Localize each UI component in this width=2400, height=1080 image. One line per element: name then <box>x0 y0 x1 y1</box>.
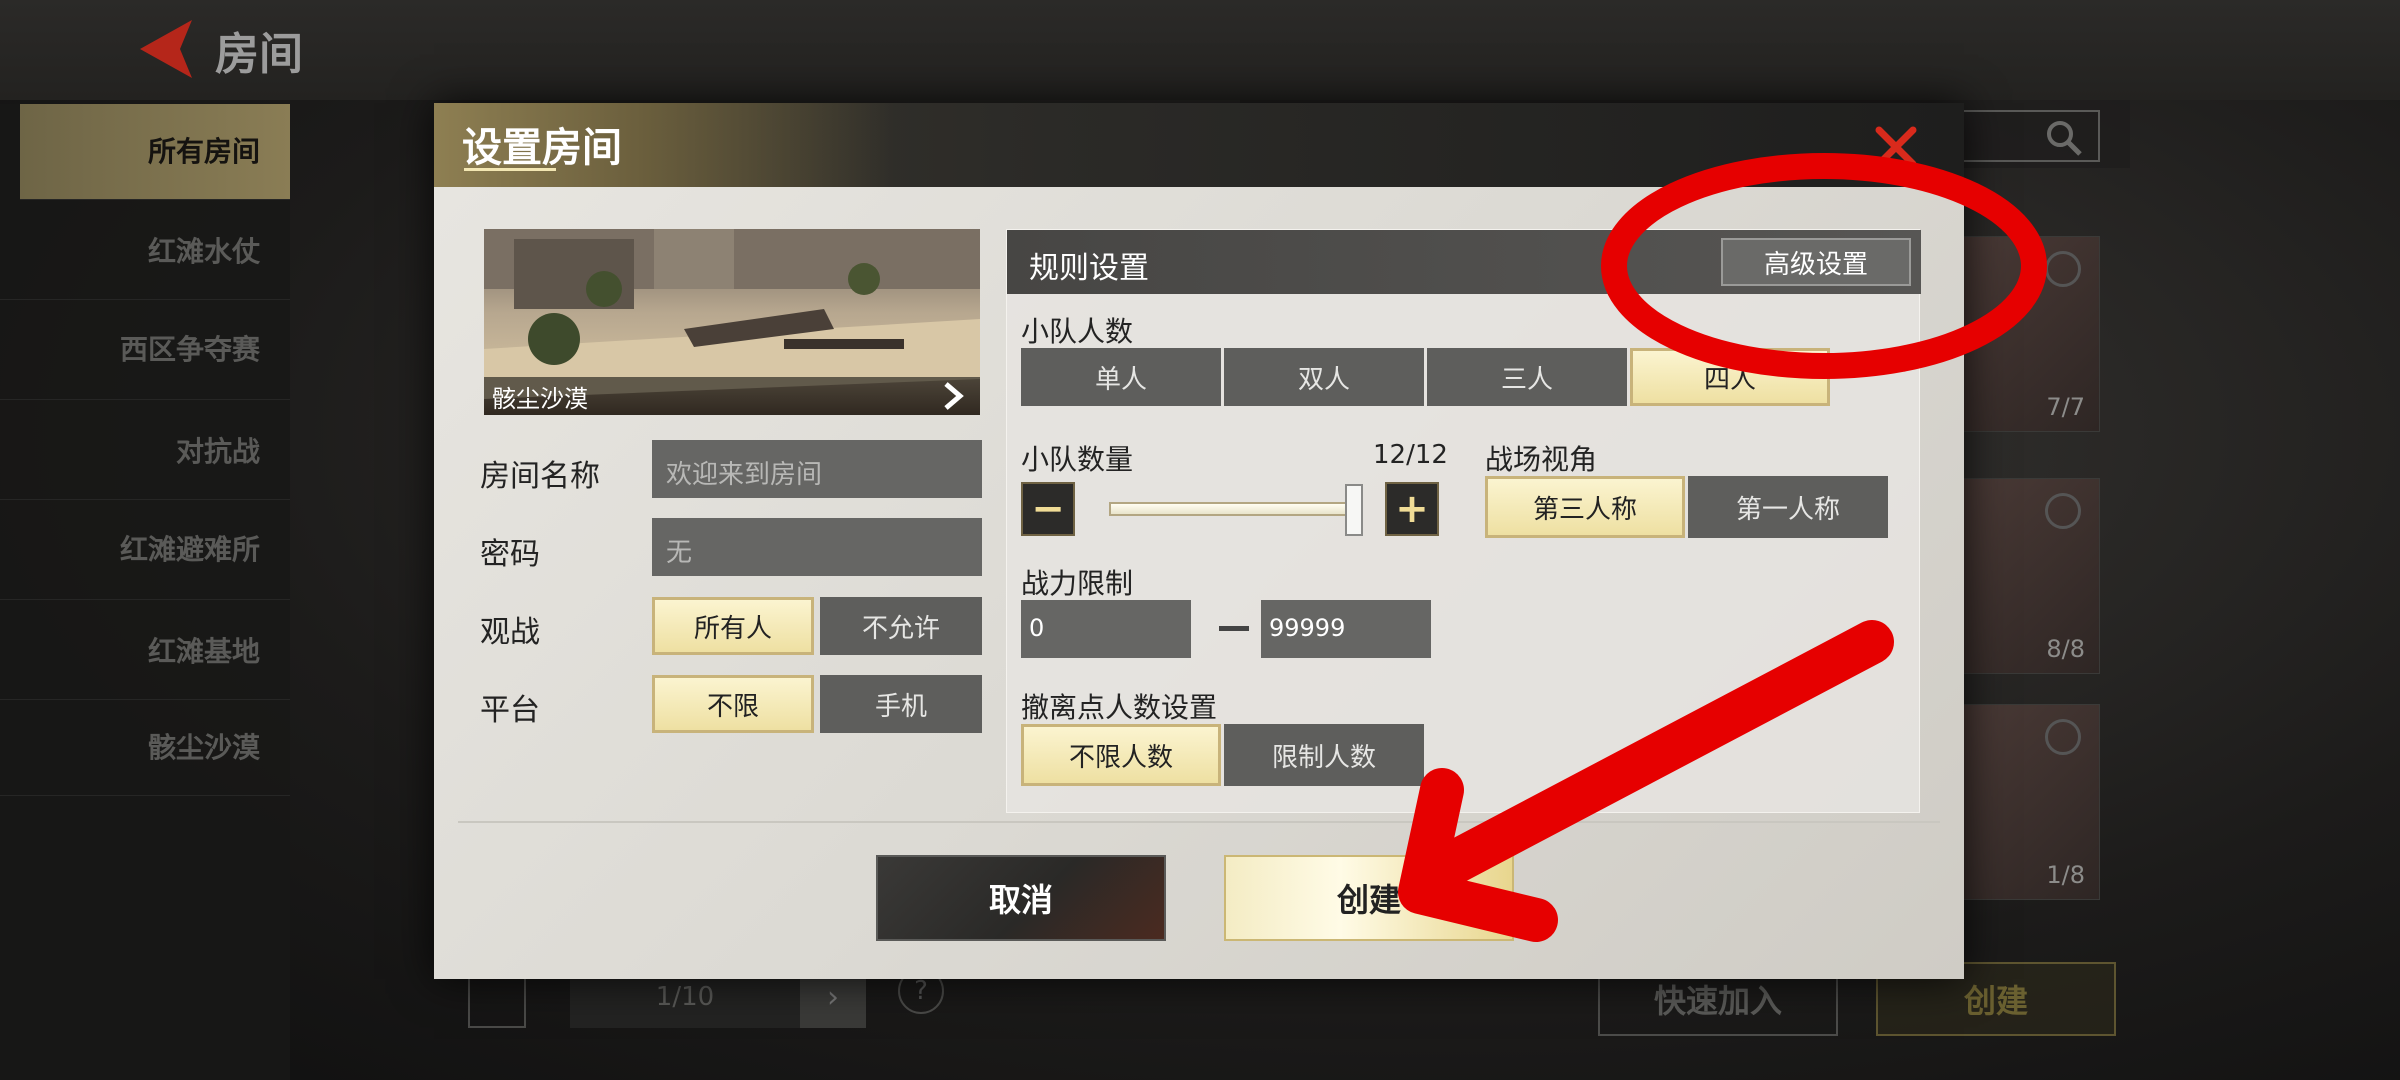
spectate-option-disallow[interactable]: 不允许 <box>820 597 982 655</box>
platform-option-any[interactable]: 不限 <box>652 675 814 733</box>
squad-size-option-duo[interactable]: 双人 <box>1224 348 1424 406</box>
perspective-option-first-person[interactable]: 第一人称 <box>1688 476 1888 538</box>
spectate-label: 观战 <box>480 615 540 650</box>
platform-label: 平台 <box>480 693 540 728</box>
spectate-option-everyone[interactable]: 所有人 <box>652 597 814 655</box>
room-card[interactable]: 7/7 <box>1960 236 2100 432</box>
sidebar-item-all-rooms[interactable]: 所有房间 <box>20 104 290 200</box>
extraction-label: 撤离点人数设置 <box>1021 691 1218 724</box>
squad-size-option-solo[interactable]: 单人 <box>1021 348 1221 406</box>
room-status-icon <box>2045 251 2081 287</box>
room-name-label: 房间名称 <box>480 459 600 494</box>
create-button[interactable]: 创建 <box>1224 855 1514 941</box>
sidebar-item-desert[interactable]: 骸尘沙漠 <box>0 700 290 796</box>
sidebar-item-west-district[interactable]: 西区争夺赛 <box>0 300 290 400</box>
room-card[interactable]: 8/8 <box>1960 478 2100 674</box>
cancel-button[interactable]: 取消 <box>876 855 1166 941</box>
title-underline <box>464 168 556 171</box>
map-name: 骸尘沙漠 <box>492 385 588 413</box>
chevron-right-icon[interactable] <box>934 378 970 414</box>
squad-count-value: 12/12 <box>1373 440 1448 470</box>
sidebar-item-versus[interactable]: 对抗战 <box>0 404 290 500</box>
power-limit-label: 战力限制 <box>1021 567 1134 600</box>
perspective-label: 战场视角 <box>1485 443 1598 476</box>
power-limit-max-input[interactable]: 99999 <box>1261 600 1431 658</box>
slider-handle[interactable] <box>1345 484 1363 536</box>
password-input[interactable]: 无 <box>652 518 982 576</box>
perspective-option-third-person[interactable]: 第三人称 <box>1485 476 1685 538</box>
map-thumbnail[interactable]: 骸尘沙漠 <box>484 229 980 415</box>
room-player-count: 7/7 <box>2046 393 2085 421</box>
rules-header: 规则设置 高级设置 <box>1007 230 1921 294</box>
back-arrow-icon[interactable] <box>130 14 200 84</box>
room-name-input[interactable]: 欢迎来到房间 <box>652 440 982 498</box>
room-status-icon <box>2045 719 2081 755</box>
dialog-divider <box>458 821 1940 823</box>
advanced-settings-button[interactable]: 高级设置 <box>1721 238 1911 286</box>
squad-size-label: 小队人数 <box>1021 315 1134 348</box>
page-title: 房间 <box>215 29 303 80</box>
search-icon[interactable] <box>2044 118 2084 158</box>
squad-count-label: 小队数量 <box>1021 443 1134 476</box>
sidebar-item-shelter[interactable]: 红滩避难所 <box>0 500 290 600</box>
range-dash <box>1219 626 1249 631</box>
room-status-icon <box>2045 493 2081 529</box>
map-caption-bar: 骸尘沙漠 <box>484 377 980 415</box>
room-player-count: 1/8 <box>2046 861 2085 889</box>
sidebar: 所有房间 红滩水仗 西区争夺赛 对抗战 红滩避难所 红滩基地 骸尘沙漠 <box>0 104 290 1080</box>
extraction-option-limited[interactable]: 限制人数 <box>1224 724 1424 786</box>
room-settings-dialog: 设置房间 骸尘沙漠 房间名称 欢迎来到房间 密码 无 观战 所有人 不允许 平台 <box>434 103 1964 979</box>
squad-size-option-squad[interactable]: 四人 <box>1630 348 1830 406</box>
page-indicator: 1/10 <box>655 982 715 1012</box>
sidebar-item-base[interactable]: 红滩基地 <box>0 604 290 700</box>
rules-panel: 规则设置 高级设置 小队人数 单人 双人 三人 四人 小队数量 12/12 − … <box>1006 229 1921 813</box>
close-icon[interactable] <box>1854 113 1938 181</box>
dialog-title: 设置房间 <box>462 125 622 171</box>
minus-icon[interactable]: − <box>1021 482 1075 536</box>
password-label: 密码 <box>480 537 540 572</box>
plus-icon[interactable]: + <box>1385 482 1439 536</box>
squad-size-option-trio[interactable]: 三人 <box>1427 348 1627 406</box>
rules-title: 规则设置 <box>1029 251 1149 286</box>
power-limit-min-input[interactable]: 0 <box>1021 600 1191 658</box>
room-player-count: 8/8 <box>2046 635 2085 663</box>
platform-option-mobile[interactable]: 手机 <box>820 675 982 733</box>
extraction-option-unlimited[interactable]: 不限人数 <box>1021 724 1221 786</box>
squad-count-slider[interactable] <box>1109 502 1359 516</box>
room-card[interactable]: 1/8 <box>1960 704 2100 900</box>
sidebar-item-water-fight[interactable]: 红滩水仗 <box>0 204 290 300</box>
page-header <box>0 0 2400 100</box>
